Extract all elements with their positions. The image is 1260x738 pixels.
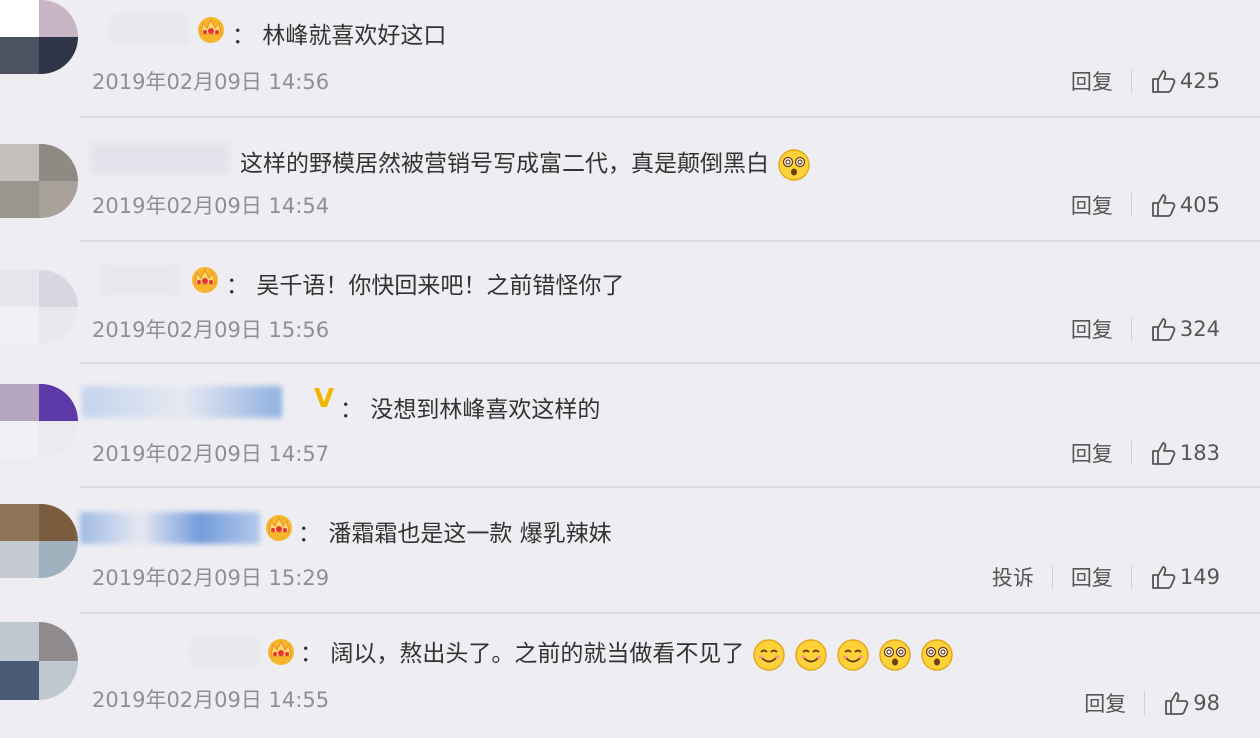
divider [80,486,1260,488]
v-icon: V [314,384,335,414]
divider [1130,193,1132,217]
comment-item: V ： 没想到林峰喜欢这样的 2019年02月09日 14:57 回复 183 [0,366,1260,490]
thumbs-up-icon [1150,440,1176,466]
comment-item: ： 潘霜霜也是这一款 爆乳辣妹 2019年02月09日 15:29 投诉 回复 … [0,490,1260,614]
comment-text: ： 阔以，熬出头了。之前的就当做看不见了 [300,634,954,672]
smile-emoji-icon [752,638,786,672]
comment-time: 2019年02月09日 14:56 [92,70,330,94]
comment-text: ： 没想到林峰喜欢这样的 [340,397,601,423]
comment-time: 2019年02月09日 14:55 [92,688,330,712]
dizzy-emoji-icon [878,638,912,672]
comment-actions: 回复 425 [1071,64,1220,98]
comment-time: 2019年02月09日 14:54 [92,194,330,218]
thumbs-up-icon [1150,68,1176,94]
dizzy-emoji-icon [920,638,954,672]
divider [1130,69,1132,93]
username[interactable] [110,14,190,46]
like-button[interactable]: 405 [1150,192,1220,218]
avatar[interactable] [0,144,78,218]
like-count: 183 [1179,441,1220,465]
thumbs-up-icon [1163,690,1189,716]
comment-text: ： 吴千语！你快回来吧！之前错怪你了 [226,273,625,299]
like-button[interactable]: 98 [1163,690,1220,716]
comment-actions: 回复 405 [1071,188,1220,222]
thumbs-up-icon [1150,192,1176,218]
reply-button[interactable]: 回复 [1084,688,1126,718]
avatar[interactable] [0,504,78,578]
comment-item: ： 林峰就喜欢好这口 2019年02月09日 14:56 回复 425 [0,0,1260,118]
comment-actions: 回复 183 [1071,436,1220,470]
divider [80,362,1260,364]
like-count: 425 [1179,69,1220,93]
divider [1130,441,1132,465]
avatar[interactable] [0,384,78,458]
like-count: 98 [1193,691,1220,715]
reply-button[interactable]: 回复 [1071,562,1113,592]
divider [1130,317,1132,341]
divider [1130,565,1132,589]
smile-emoji-icon [836,638,870,672]
comment-time: 2019年02月09日 15:29 [92,566,330,590]
crown-icon [266,636,296,666]
username[interactable] [100,264,180,296]
divider [1144,691,1146,715]
crown-icon [190,264,220,294]
crown-icon [264,512,294,542]
like-button[interactable]: 149 [1150,564,1220,590]
smile-emoji-icon [794,638,828,672]
comment-text: ： 林峰就喜欢好这口 [232,23,447,49]
reply-button[interactable]: 回复 [1071,314,1113,344]
like-count: 324 [1179,317,1220,341]
thumbs-up-icon [1150,316,1176,342]
avatar[interactable] [0,0,78,74]
comment-text: 这样的野模居然被营销号写成富二代，真是颠倒黑白 [240,144,811,182]
comment-item: ： 阔以，熬出头了。之前的就当做看不见了 2019年02月09日 14:55 回… [0,614,1260,738]
comment-actions: 回复 324 [1071,312,1220,346]
comment-actions: 投诉 回复 149 [992,560,1220,594]
shocked-emoji-icon [777,148,811,182]
comment-text: ： 潘霜霜也是这一款 爆乳辣妹 [298,521,612,547]
report-button[interactable]: 投诉 [992,562,1034,592]
comment-item: 这样的野模居然被营销号写成富二代，真是颠倒黑白 2019年02月09日 14:5… [0,118,1260,242]
comment-time: 2019年02月09日 14:57 [92,442,330,466]
comment-item: ： 吴千语！你快回来吧！之前错怪你了 2019年02月09日 15:56 回复 … [0,242,1260,366]
crown-icon [196,14,226,44]
avatar[interactable] [0,270,78,344]
like-button[interactable]: 324 [1150,316,1220,342]
username[interactable] [190,636,260,668]
avatar[interactable] [0,622,78,700]
like-button[interactable]: 183 [1150,440,1220,466]
like-count: 405 [1179,193,1220,217]
reply-button[interactable]: 回复 [1071,190,1113,220]
thumbs-up-icon [1150,564,1176,590]
username[interactable] [90,142,230,174]
username[interactable] [80,512,260,544]
divider [1051,565,1053,589]
reply-button[interactable]: 回复 [1071,66,1113,96]
reply-button[interactable]: 回复 [1071,438,1113,468]
like-count: 149 [1179,565,1220,589]
comment-actions: 回复 98 [1084,686,1220,720]
username[interactable] [82,386,282,418]
comment-time: 2019年02月09日 15:56 [92,318,330,342]
like-button[interactable]: 425 [1150,68,1220,94]
